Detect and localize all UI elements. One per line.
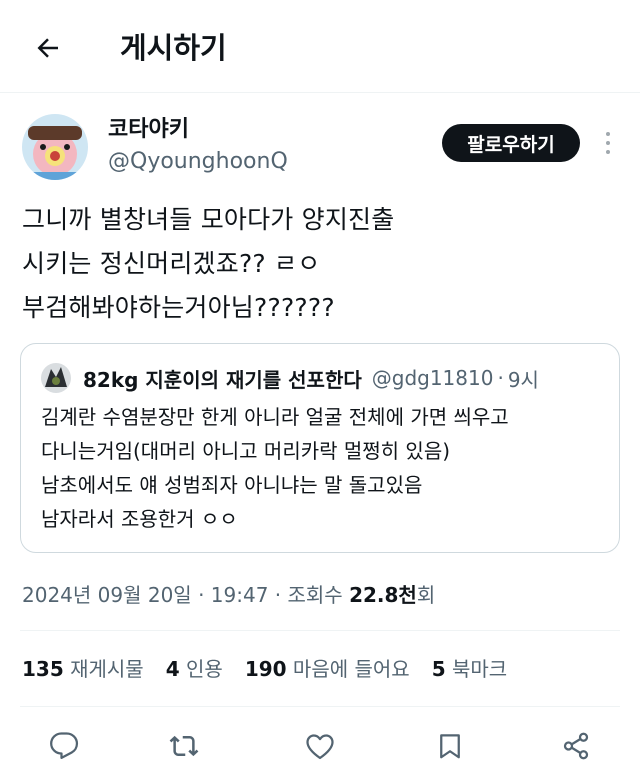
stat-bookmarks[interactable]: 5 북마크 (432, 654, 507, 684)
share-icon (563, 732, 589, 760)
more-vertical-icon (606, 132, 610, 136)
quote-line: 남자라서 조용한거 ㅇㅇ (41, 507, 238, 531)
tweet-date-time[interactable]: 2024년 09월 20일 · 19:47 · 조회수 (22, 583, 349, 607)
bookmark-icon (440, 734, 460, 759)
quote-header: 82kg 지훈이의 재기를 선포한다 @gdg11810 · 9시 (41, 362, 539, 394)
divider (20, 706, 620, 707)
quote-author-name: 82kg 지훈이의 재기를 선포한다 (83, 367, 362, 392)
quote-author-handle: @gdg11810 (371, 366, 494, 390)
retweet-icon (169, 735, 199, 757)
back-arrow-icon (37, 38, 58, 58)
quoted-tweet[interactable]: 82kg 지훈이의 재기를 선포한다 @gdg11810 · 9시 김계란 수염… (20, 343, 620, 553)
avatar[interactable] (22, 114, 88, 180)
view-count: 22.8천 (349, 583, 417, 607)
tweet-line: 시키는 정신머리겠죠?? ㄹㅇ (22, 249, 321, 278)
quote-text: 김계란 수염분장만 한게 아니라 얼굴 전체에 가면 씌우고 다니는거임(대머리… (41, 400, 601, 536)
quote-line: 다니는거임(대머리 아니고 머리카락 멀쩡히 있음) (41, 439, 451, 463)
author-row: 코타야키 @QyounghoonQ 팔로우하기 (22, 112, 622, 192)
reply-button[interactable] (42, 724, 86, 768)
stat-likes[interactable]: 190 마음에 들어요 (245, 654, 410, 684)
divider (20, 630, 620, 631)
avatar-image (22, 114, 88, 180)
more-options-button[interactable] (598, 126, 618, 160)
view-count-suffix: 회 (416, 583, 436, 607)
author-handle[interactable]: @QyounghoonQ (108, 148, 288, 176)
tweet-line: 부검해봐야하는거아님?????? (22, 293, 335, 322)
quote-avatar (41, 363, 71, 393)
tweet-meta: 2024년 09월 20일 · 19:47 · 조회수 22.8천회 (22, 580, 435, 610)
like-icon (306, 734, 334, 760)
stat-reposts[interactable]: 135 재게시물 (22, 654, 144, 684)
repost-button[interactable] (162, 724, 206, 768)
tweet-line: 그니까 별창녀들 모아다가 양지진출 (22, 205, 395, 234)
like-button[interactable] (298, 724, 342, 768)
page-title: 게시하기 (120, 31, 227, 65)
reply-icon (50, 732, 79, 759)
quote-line: 남초에서도 얘 성범죄자 아니냐는 말 돌고있음 (41, 473, 423, 497)
stat-quotes[interactable]: 4 인용 (166, 654, 223, 684)
quote-avatar-image (41, 363, 71, 393)
top-bar: 게시하기 (0, 0, 640, 93)
quote-separator: · (497, 366, 504, 390)
quote-time: 9시 (507, 367, 539, 392)
action-bar (40, 724, 600, 768)
back-button[interactable] (28, 28, 68, 68)
engagement-stats: 135 재게시물 4 인용 190 마음에 들어요 5 북마크 (22, 654, 529, 684)
author-name[interactable]: 코타야키 (108, 116, 189, 144)
follow-button[interactable]: 팔로우하기 (442, 124, 580, 162)
tweet-text: 그니까 별창녀들 모아다가 양지진출 시키는 정신머리겠죠?? ㄹㅇ 부검해봐야… (22, 198, 622, 330)
share-button[interactable] (554, 724, 598, 768)
bookmark-button[interactable] (428, 724, 472, 768)
quote-line: 김계란 수염분장만 한게 아니라 얼굴 전체에 가면 씌우고 (41, 405, 509, 429)
